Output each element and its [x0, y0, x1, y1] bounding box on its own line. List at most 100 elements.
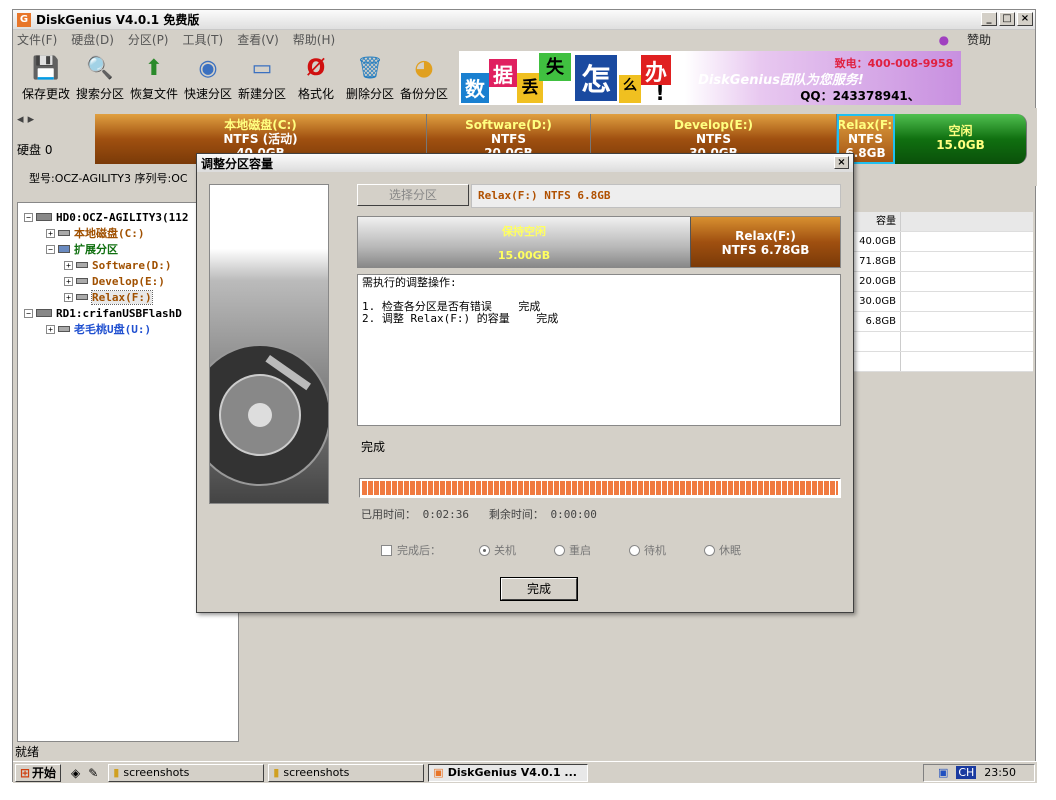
partition-icon [76, 278, 88, 284]
toolbar-label: 备份分区 [399, 87, 448, 101]
backup-icon: ◕ [414, 55, 434, 81]
remaining-label: 剩余时间： [488, 508, 544, 521]
table-row[interactable]: 30.0GB [853, 292, 1033, 312]
minimize-button[interactable]: _ [981, 12, 997, 26]
diskgenius-icon: ▣ [433, 766, 444, 779]
standby-radio[interactable]: 待机 [629, 542, 666, 558]
expand-icon[interactable]: + [64, 292, 73, 302]
expand-icon[interactable]: + [64, 276, 73, 286]
resize-partition-dialog: 调整分区容量 × 选择分区 Relax(F:) NTFS 6.8GB 保持空闲 1… [196, 153, 854, 613]
tree-label: RD1:crifanUSBFlashD [56, 306, 182, 320]
new-partition-icon: ▭ [251, 55, 273, 81]
title-bar: G DiskGenius V4.0.1 免费版 _ □ × [13, 10, 1035, 30]
table-row[interactable]: 6.8GB [853, 312, 1033, 332]
elapsed-label: 已用时间： [361, 508, 416, 521]
taskbar: ⊞ 开始 ◈ ✎ ▮ screenshots ▮ screenshots ▣ DiskG… [13, 761, 1037, 783]
menu-help[interactable]: 帮助(H) [293, 31, 335, 48]
toolbar-label: 格式化 [297, 87, 334, 101]
partition-name: Relax(F:) [837, 118, 898, 132]
backup-partition-button[interactable]: ◕ 备份分区 [397, 51, 451, 105]
partition-fs: NTFS [695, 132, 732, 146]
disk-model-line: 型号:OCZ-AGILITY3 序列号:OC [29, 172, 188, 185]
ime-indicator[interactable]: CH [956, 766, 977, 779]
taskbar-item-diskgenius[interactable]: ▣ DiskGenius V4.0.1 ... [428, 763, 589, 782]
shutdown-radio[interactable]: 关机 [479, 542, 516, 558]
tree-label: 扩展分区 [74, 243, 118, 256]
task-label: DiskGenius V4.0.1 ... [447, 766, 577, 779]
windows-logo-icon: ⊞ [19, 765, 31, 780]
sponsor-link[interactable]: ● 赞助 [939, 31, 1005, 48]
partition-free[interactable]: 空闲 15.0GB [895, 114, 1027, 164]
banner-char: 数 [461, 73, 489, 103]
quick-partition-button[interactable]: ◉ 快速分区 [181, 51, 235, 105]
table-row[interactable]: 71.8GB [853, 252, 1033, 272]
ad-banner[interactable]: 数 据 丢 失 怎 么 办 ! DiskGenius团队为您服务! 致电：400… [459, 51, 961, 105]
menu-view[interactable]: 查看(V) [237, 31, 279, 48]
close-button[interactable]: × [1017, 12, 1033, 26]
menu-bar: 文件(F) 硬盘(D) 分区(P) 工具(T) 查看(V) 帮助(H) ● 赞助 [13, 30, 1035, 49]
window-title: DiskGenius V4.0.1 免费版 [36, 13, 200, 27]
banner-char: 怎 [575, 55, 617, 101]
hard-disk-icon [36, 309, 52, 317]
restart-radio[interactable]: 重启 [554, 542, 591, 558]
capacity-cell: 6.8GB [853, 312, 901, 331]
tree-label: 本地磁盘(C:) [74, 227, 145, 240]
partition-fs: NTFS [490, 132, 527, 146]
start-button[interactable]: ⊞ 开始 [15, 763, 61, 782]
capacity-header[interactable]: 容量 [853, 212, 901, 231]
remaining-value: 0:00:00 [550, 508, 597, 521]
expand-icon[interactable]: + [64, 260, 73, 270]
expand-icon[interactable]: + [46, 228, 55, 238]
recover-files-button[interactable]: ⬆ 恢复文件 [127, 51, 181, 105]
select-partition-button: 选择分区 [357, 184, 469, 206]
collapse-icon[interactable]: − [46, 244, 55, 254]
clock[interactable]: 23:50 [984, 766, 1016, 779]
banner-brand: DiskGenius团队为您服务! [698, 73, 864, 88]
menu-tools[interactable]: 工具(T) [183, 31, 224, 48]
radio-dot [479, 544, 490, 556]
capacity-cell: 71.8GB [853, 252, 901, 271]
expand-icon[interactable]: + [46, 324, 55, 334]
disk-nav-arrows[interactable]: ◂ ▸ [17, 112, 93, 127]
taskbar-item-screenshots[interactable]: ▮ screenshots [108, 763, 265, 782]
toolbar-label: 删除分区 [345, 87, 394, 101]
delete-partition-button[interactable]: 🗑 删除分区 [343, 51, 397, 105]
table-row[interactable]: 20.0GB [853, 272, 1033, 292]
dialog-title-bar: 调整分区容量 × [197, 154, 853, 172]
banner-char: 么 [619, 75, 641, 103]
taskbar-item-screenshots-2[interactable]: ▮ screenshots [268, 763, 425, 782]
dialog-title: 调整分区容量 [201, 156, 274, 171]
collapse-icon[interactable]: − [24, 212, 33, 222]
capacity-cell: 20.0GB [853, 272, 901, 291]
search-partition-button[interactable]: 🔍 搜索分区 [73, 51, 127, 105]
menu-disk[interactable]: 硬盘(D) [71, 31, 114, 48]
time-readout: 已用时间： 0:02:36 剩余时间： 0:00:00 [361, 506, 597, 522]
collapse-icon[interactable]: − [24, 308, 33, 318]
partition-name: Develop(E:) [674, 118, 753, 132]
quicklaunch-icon[interactable]: ◈ [71, 766, 80, 780]
task-label: screenshots [123, 766, 190, 779]
resize-preview-bar: 保持空闲 15.00GB Relax(F:) NTFS 6.78GB [357, 216, 841, 268]
save-changes-button[interactable]: 💾 保存更改 [19, 51, 73, 105]
monitor-icon[interactable]: ▣ [938, 766, 948, 779]
quicklaunch-icon[interactable]: ✎ [88, 766, 98, 780]
menu-partition[interactable]: 分区(P) [128, 31, 169, 48]
finish-button[interactable]: 完成 [500, 577, 578, 601]
banner-char: ! [655, 81, 665, 105]
format-button[interactable]: Ø 格式化 [289, 51, 343, 105]
folder-icon: ▮ [113, 766, 120, 779]
dialog-close-button[interactable]: × [834, 156, 849, 169]
table-row[interactable]: 40.0GB [853, 232, 1033, 252]
disk-label: 硬盘 0 [17, 143, 53, 157]
partition-name: 本地磁盘(C:) [224, 118, 297, 132]
partition-fs: NTFS (活动) [223, 132, 298, 146]
after-completion-checkbox[interactable]: 完成后： [381, 542, 441, 558]
hibernate-radio[interactable]: 休眠 [704, 542, 741, 558]
format-icon: Ø [306, 55, 326, 81]
menu-file[interactable]: 文件(F) [17, 31, 57, 48]
partition-fs: 15.0GB [936, 138, 985, 152]
radio-dot [704, 544, 715, 556]
new-partition-button[interactable]: ▭ 新建分区 [235, 51, 289, 105]
maximize-button[interactable]: □ [999, 12, 1015, 26]
partition-icon [76, 262, 88, 268]
